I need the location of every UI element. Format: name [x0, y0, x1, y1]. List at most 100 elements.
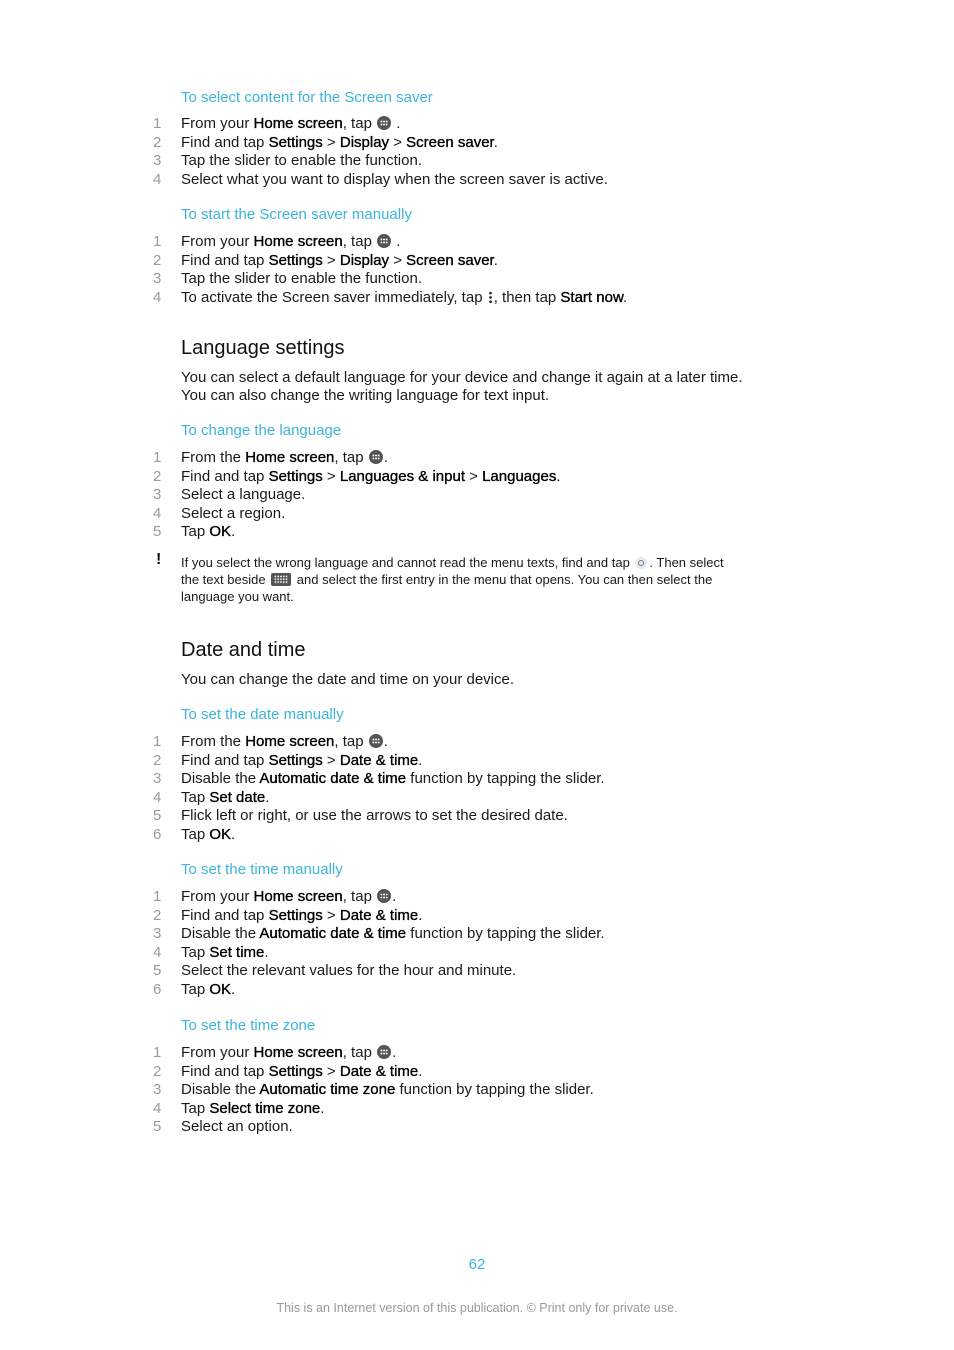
important-note-icon: !	[156, 551, 162, 568]
ui-term: Start now	[560, 288, 623, 306]
note-line: the text beside and select the first ent…	[181, 571, 801, 588]
step-number: 5	[153, 523, 162, 541]
step-number: 3	[153, 770, 162, 788]
step-text: Select what you want to display when the…	[181, 170, 608, 188]
step-text: .	[392, 888, 397, 905]
step-text: .	[556, 467, 561, 485]
step-number: 3	[153, 1081, 162, 1099]
step-text: .	[493, 133, 498, 151]
step-text: Disable the	[181, 925, 260, 943]
ui-term: Automatic time zone	[259, 1081, 396, 1099]
ui-term: Select time zone	[209, 1099, 321, 1117]
step-number: 4	[153, 788, 162, 806]
step-number: 5	[153, 1118, 162, 1136]
step-text: .	[418, 906, 423, 924]
step-text: Select an option.	[181, 1118, 293, 1136]
step-number: 1	[153, 233, 162, 250]
step-text: Find and tap	[181, 251, 269, 269]
step-text: Tap	[181, 523, 210, 541]
ui-term: Settings	[268, 751, 323, 769]
heading-date-and-time: Date and time	[181, 639, 306, 661]
step-text: function by tapping the slider.	[406, 770, 605, 788]
separator: >	[389, 133, 407, 151]
ui-term: Date & time	[339, 751, 419, 769]
separator: >	[464, 467, 483, 485]
apps-grid-icon	[368, 734, 383, 748]
step-text: From the	[181, 733, 246, 750]
step-text: Find and tap	[181, 133, 269, 151]
language-intro-line-1: You can select a default language for yo…	[181, 369, 743, 386]
step-text: .	[320, 1099, 325, 1117]
step-text: , tap	[342, 233, 377, 250]
step-number: 1	[153, 888, 162, 905]
step-text: .	[418, 751, 423, 769]
step-text: .	[622, 288, 628, 306]
step-text: Disable the	[181, 770, 260, 788]
step-text: From your	[181, 1044, 254, 1061]
footer-notice: This is an Internet version of this publ…	[276, 1301, 678, 1315]
subheading-select-screensaver: To select content for the Screen saver	[181, 89, 433, 106]
step-text: , tap	[342, 1044, 377, 1061]
step-text: From your	[181, 115, 254, 132]
language-intro-line-2: You can also change the writing language…	[181, 387, 550, 404]
step-number: 2	[153, 133, 162, 151]
ui-term: Settings	[268, 467, 323, 485]
step-text: .	[383, 733, 388, 750]
step-text: .	[231, 980, 236, 998]
step-text: Select a region.	[181, 504, 286, 522]
separator: >	[322, 751, 340, 769]
separator: >	[389, 251, 407, 269]
step-number: 4	[153, 504, 162, 522]
note-text: the text beside	[181, 572, 270, 587]
ui-term: Set time	[209, 943, 265, 961]
step-text: .	[231, 523, 236, 541]
step-number: 4	[153, 170, 162, 188]
separator: >	[322, 467, 340, 485]
apps-grid-icon	[377, 234, 392, 248]
ui-term: Home screen	[245, 733, 335, 750]
ui-term: Home screen	[245, 449, 335, 466]
subheading-change-language: To change the language	[181, 422, 342, 439]
ui-term: Settings	[268, 1062, 323, 1080]
step-number: 3	[153, 925, 162, 943]
ui-term: Languages	[482, 467, 557, 485]
step-number: 4	[153, 288, 162, 306]
step-text: Find and tap	[181, 467, 269, 485]
subheading-set-time-zone: To set the time zone	[181, 1017, 316, 1034]
step-text: , then tap	[493, 288, 561, 306]
apps-grid-icon	[377, 116, 392, 130]
ui-term: Date & time	[339, 906, 419, 924]
ui-term: Display	[339, 133, 390, 151]
step-number: 2	[153, 467, 162, 485]
step-number: 1	[153, 115, 162, 132]
step-number: 1	[153, 1044, 162, 1061]
note-line: If you select the wrong language and can…	[181, 554, 801, 571]
step-text: , tap	[334, 733, 368, 750]
step-text: Flick left or right, or use the arrows t…	[181, 807, 568, 825]
step-number: 2	[153, 1062, 162, 1080]
heading-language-settings: Language settings	[181, 337, 345, 359]
ui-term: Set date	[209, 788, 266, 806]
step-number: 2	[153, 251, 162, 269]
step-text: From your	[181, 233, 254, 250]
step-number: 4	[153, 943, 162, 961]
apps-grid-icon	[377, 1045, 392, 1059]
ui-term: Display	[339, 251, 390, 269]
ui-term: Settings	[268, 906, 323, 924]
step-text: Disable the	[181, 1081, 260, 1099]
step-text: function by tapping the slider.	[395, 1081, 594, 1099]
step-text: , tap	[342, 115, 377, 132]
ui-term: Home screen	[253, 888, 343, 905]
settings-gear-icon	[635, 557, 648, 569]
ui-term: OK	[209, 825, 232, 843]
step-number: 3	[153, 152, 162, 170]
step-text: Tap	[181, 825, 210, 843]
language-note: If you select the wrong language and can…	[181, 554, 801, 605]
ui-term: Home screen	[253, 1044, 343, 1061]
step-number: 1	[153, 733, 162, 750]
step-text: .	[264, 943, 269, 961]
page-number: 62	[468, 1256, 486, 1273]
ui-term: Date & time	[339, 1062, 419, 1080]
step-number: 3	[153, 270, 162, 288]
separator: >	[322, 906, 340, 924]
